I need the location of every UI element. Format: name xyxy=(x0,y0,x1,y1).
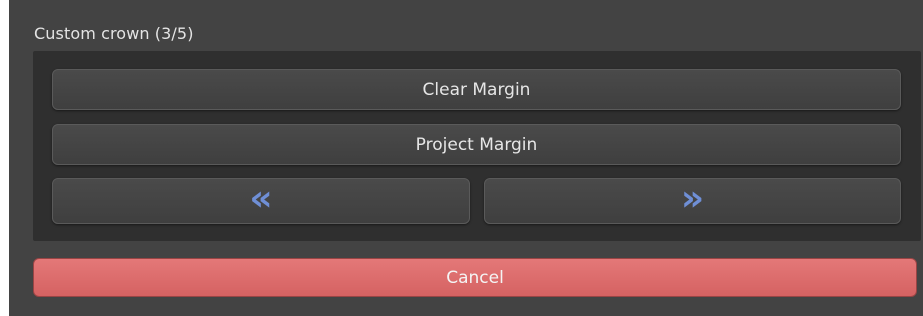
double-chevron-left-icon: « xyxy=(249,178,273,219)
custom-crown-panel: Custom crown (3/5) Clear Margin Project … xyxy=(9,0,923,316)
panel-title: Custom crown (3/5) xyxy=(34,24,194,43)
previous-step-button[interactable]: « xyxy=(52,178,470,224)
clear-margin-button[interactable]: Clear Margin xyxy=(52,69,901,110)
margin-button-group: Clear Margin Project Margin « » xyxy=(33,51,921,241)
project-margin-button[interactable]: Project Margin xyxy=(52,124,901,165)
next-step-button[interactable]: » xyxy=(484,178,901,224)
cancel-button[interactable]: Cancel xyxy=(33,258,917,297)
double-chevron-right-icon: » xyxy=(680,178,705,219)
